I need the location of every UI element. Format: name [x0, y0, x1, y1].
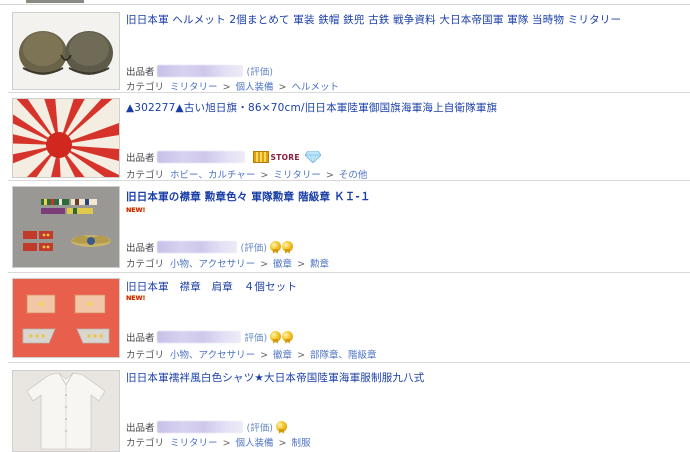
category-link[interactable]: 徽章 — [273, 350, 292, 361]
new-badge: NEW! — [126, 294, 146, 302]
category-link[interactable]: ミリタリー — [170, 438, 218, 449]
collar-insignia-image — [13, 279, 119, 357]
seller-row: 出品者 (評価) — [126, 64, 273, 78]
category-link[interactable]: 部隊章、階級章 — [310, 350, 377, 361]
breadcrumb-separator: > — [278, 438, 287, 449]
item-title-link[interactable]: 旧日本軍の襟章 勲章色々 軍隊勲章 階級章 ＫＩ-１ — [126, 189, 371, 204]
category-link[interactable]: 徽章 — [273, 259, 292, 270]
list-item: ▲302277▲古い旭日旗・86×70cm/旧日本軍陸軍御国旗海軍海上自衛隊軍旗… — [8, 93, 690, 181]
category-link[interactable]: 小物、アクセサリー — [170, 259, 255, 270]
shirt-image — [13, 371, 119, 451]
list-item: 旧日本軍の襟章 勲章色々 軍隊勲章 階級章 ＫＩ-１ NEW! 出品者 (評価)… — [8, 181, 690, 273]
insignia-image — [13, 187, 119, 267]
category-label: カテゴリ — [126, 350, 165, 361]
rating-link[interactable]: (評価) — [247, 64, 273, 78]
rating-link[interactable]: (評価) — [241, 240, 267, 254]
seller-row: 出品者 (評価) — [126, 420, 287, 434]
seller-name-blurred[interactable] — [156, 151, 245, 163]
list-item: 旧日本軍 ヘルメット 2個まとめて 軍装 鉄帽 鉄兜 古鉄 戦争資料 大日本帝国… — [8, 5, 690, 93]
seller-label: 出品者 — [126, 153, 155, 164]
category-breadcrumb: カテゴリ 小物、アクセサリー > 徽章 > 部隊章、階級章 — [126, 347, 377, 361]
category-breadcrumb: カテゴリ ホビー、カルチャー > ミリタリー > その他 — [126, 167, 367, 181]
rising-sun-flag-image — [13, 99, 119, 177]
rating-link[interactable]: (評価) — [247, 420, 273, 434]
previous-thumbnail-edge — [26, 0, 84, 3]
list-item: 旧日本軍襦袢風白色シャツ★大日本帝国陸軍海軍服制服九八式 出品者 (評価) カテ… — [8, 363, 690, 452]
breadcrumb-separator: > — [297, 350, 306, 361]
seller-label: 出品者 — [126, 243, 155, 254]
medal-icon — [270, 330, 282, 344]
item-thumbnail-insignia[interactable] — [12, 186, 120, 268]
item-thumbnail-shirt[interactable] — [12, 370, 120, 452]
category-link[interactable]: 制服 — [292, 438, 311, 449]
medal-icon — [281, 240, 293, 254]
store-icon — [252, 151, 269, 163]
seller-row: 出品者 評価) — [126, 330, 294, 344]
item-thumbnail-collar-insignia[interactable] — [12, 278, 120, 358]
category-link[interactable]: 小物、アクセサリー — [170, 350, 255, 361]
seller-name-blurred[interactable] — [156, 241, 237, 253]
item-thumbnail-flag[interactable] — [12, 98, 120, 178]
seller-label: 出品者 — [126, 423, 155, 434]
category-link[interactable]: 勲章 — [310, 259, 329, 270]
medal-icon — [282, 330, 294, 344]
category-label: カテゴリ — [126, 259, 165, 270]
item-title-link[interactable]: ▲302277▲古い旭日旗・86×70cm/旧日本軍陸軍御国旗海軍海上自衛隊軍旗 — [126, 100, 497, 115]
category-label: カテゴリ — [126, 438, 165, 449]
store-badge[interactable]: STORE — [252, 151, 300, 163]
item-title-link[interactable]: 旧日本軍襦袢風白色シャツ★大日本帝国陸軍海軍服制服九八式 — [126, 370, 425, 385]
breadcrumb-separator: > — [222, 438, 231, 449]
seller-label: 出品者 — [126, 67, 155, 78]
store-badge-label: STORE — [270, 152, 300, 162]
list-item: 旧日本軍 襟章 肩章 ４個セット NEW! 出品者 評価) カテゴリ 小物、アク… — [8, 273, 690, 363]
helmets-image — [13, 13, 119, 89]
new-badge: NEW! — [126, 206, 146, 214]
item-title-link[interactable]: 旧日本軍 ヘルメット 2個まとめて 軍装 鉄帽 鉄兜 古鉄 戦争資料 大日本帝国… — [126, 12, 621, 27]
seller-label: 出品者 — [126, 333, 155, 344]
medal-icon — [275, 420, 287, 434]
category-breadcrumb: カテゴリ 小物、アクセサリー > 徽章 > 勲章 — [126, 256, 329, 270]
medal-icon — [269, 240, 281, 254]
breadcrumb-separator: > — [260, 350, 269, 361]
seller-name-blurred[interactable] — [156, 421, 243, 433]
breadcrumb-separator: > — [297, 259, 306, 270]
seller-name-blurred[interactable] — [156, 331, 241, 343]
seller-row: 出品者 STORE — [126, 150, 321, 164]
diamond-icon — [304, 151, 321, 163]
category-breadcrumb: カテゴリ ミリタリー > 個人装備 > 制服 — [126, 435, 311, 449]
category-link[interactable]: 個人装備 — [236, 438, 274, 449]
seller-row: 出品者 (評価) — [126, 240, 293, 254]
item-thumbnail-helmets[interactable] — [12, 12, 120, 90]
breadcrumb-separator: > — [260, 259, 269, 270]
item-title-link[interactable]: 旧日本軍 襟章 肩章 ４個セット — [126, 279, 297, 294]
rating-link[interactable]: 評価) — [245, 330, 268, 344]
category-breadcrumb: カテゴリ ミリタリー > 個人装備 > ヘルメット — [126, 79, 339, 93]
seller-name-blurred[interactable] — [156, 65, 243, 77]
